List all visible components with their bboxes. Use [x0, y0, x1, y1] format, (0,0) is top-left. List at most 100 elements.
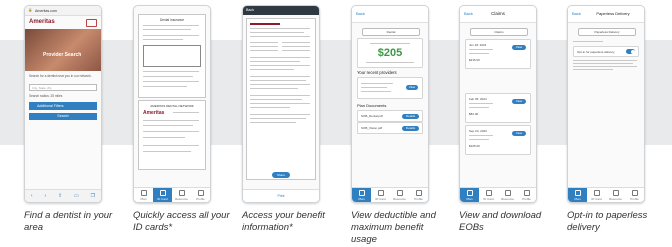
- card-line: [143, 151, 191, 153]
- caption-deductible: View deductible and maximum benefit usag…: [351, 210, 436, 245]
- print-footer[interactable]: Print: [243, 189, 319, 202]
- disclaimer-line: [573, 66, 637, 67]
- claim-card[interactable]: Sep 24, 2023 $105.00 View: [465, 125, 531, 155]
- document-row[interactable]: SOB_Dental.pdf Details: [357, 110, 423, 122]
- phone-paperless: Back Paperless Delivery Paperless Delive…: [567, 5, 645, 203]
- back-arrow-icon[interactable]: ‹: [31, 193, 33, 199]
- additional-filters-button[interactable]: Additional Filters: [29, 102, 97, 110]
- tabs-icon[interactable]: ❐: [91, 193, 95, 199]
- browser-toolbar: ‹ › ⇧ ▭ ❐: [25, 189, 101, 202]
- tab-id-card[interactable]: ID Card: [371, 188, 390, 202]
- id-card-icon: [485, 189, 492, 196]
- tab-resource[interactable]: Resource: [606, 188, 625, 202]
- provider-card[interactable]: View: [357, 77, 423, 99]
- card-line: [143, 25, 199, 27]
- plan-icon: [466, 189, 473, 196]
- doc-line: [250, 122, 296, 124]
- viewer-back[interactable]: Back: [246, 8, 254, 12]
- tab-plan[interactable]: Plan: [568, 188, 587, 202]
- card-line: [469, 107, 489, 109]
- tab-plan[interactable]: Plan: [460, 188, 479, 202]
- card-line: [469, 103, 493, 105]
- search-button[interactable]: Search: [29, 113, 97, 120]
- claim-amount: $215.00: [469, 58, 480, 62]
- tab-resource[interactable]: Resource: [172, 188, 191, 202]
- view-claim-button[interactable]: View: [512, 45, 526, 50]
- radius-text: Search radius: 25 miles: [29, 94, 63, 98]
- profile-icon: [523, 189, 530, 196]
- menu-icon[interactable]: [86, 19, 97, 27]
- disclaimer-line: [573, 60, 637, 61]
- card2-title: AMERITAS DENTAL NETWORK: [150, 104, 194, 108]
- paperless-option-row[interactable]: Opt-in for paperless delivery: [573, 46, 639, 57]
- recent-providers-heading: Your recent providers: [357, 70, 397, 75]
- back-link[interactable]: Back: [572, 11, 581, 16]
- doc-line: [250, 28, 310, 30]
- doc-line: [250, 76, 310, 78]
- dental-id-card[interactable]: Dental Insurance: [138, 14, 206, 98]
- claims-select[interactable]: Claims: [470, 28, 528, 36]
- card-line: [469, 135, 493, 137]
- tab-profile[interactable]: Profile: [409, 188, 428, 202]
- view-provider-button[interactable]: View: [406, 85, 418, 90]
- paperless-toggle[interactable]: [626, 49, 635, 54]
- hero-banner: Provider Search: [25, 29, 101, 71]
- claim-date: Jun 18, 2024: [469, 43, 487, 47]
- tab-profile[interactable]: Profile: [191, 188, 210, 202]
- tab-label: ID Card: [375, 196, 386, 201]
- view-claim-button[interactable]: View: [512, 99, 526, 104]
- card-line: [143, 35, 199, 37]
- card-line: [469, 139, 489, 141]
- card-line: [366, 62, 414, 64]
- doc-line: [250, 61, 300, 63]
- document-details-button[interactable]: Details: [402, 113, 419, 119]
- bookmarks-icon[interactable]: ▭: [74, 193, 79, 199]
- tab-label: Profile: [414, 196, 423, 201]
- tab-resource[interactable]: Resource: [390, 188, 409, 202]
- tab-profile[interactable]: Profile: [625, 188, 644, 202]
- disclaimer-line: [573, 69, 613, 70]
- claim-date: Sep 24, 2023: [469, 129, 487, 133]
- document-row[interactable]: SOB_Vision.pdf Details: [357, 122, 423, 134]
- share-button[interactable]: Share: [272, 172, 290, 178]
- tab-id-card[interactable]: ID Card: [153, 188, 172, 202]
- claim-card[interactable]: Jun 18, 2024 $215.00 View: [465, 39, 531, 69]
- tab-plan[interactable]: Plan: [134, 188, 153, 202]
- delivery-select[interactable]: Paperless Delivery: [578, 28, 636, 36]
- tab-label: Resource: [609, 196, 622, 201]
- doc-heading: [250, 23, 280, 25]
- screen-title: Claims: [491, 11, 505, 16]
- tab-id-card[interactable]: ID Card: [479, 188, 498, 202]
- forward-arrow-icon[interactable]: ›: [44, 193, 46, 199]
- tab-bar: Plan ID Card Resource Profile: [352, 187, 428, 202]
- card-line: [143, 39, 183, 41]
- id-card-icon: [159, 189, 166, 196]
- tab-resource[interactable]: Resource: [498, 188, 517, 202]
- filters-label: Additional Filters: [37, 104, 64, 108]
- back-link[interactable]: Back: [356, 11, 365, 16]
- browser-url[interactable]: Ameritas.com: [35, 9, 57, 13]
- doc-line: [250, 57, 310, 59]
- phone-find-dentist: 🔒 Ameritas.com Ameritas Provider Search …: [24, 5, 102, 203]
- id-card-icon: [377, 189, 384, 196]
- document-details-button[interactable]: Details: [402, 125, 419, 131]
- doc-line: [250, 46, 278, 48]
- card-line: [143, 71, 199, 73]
- tab-plan[interactable]: Plan: [352, 188, 371, 202]
- location-search-input[interactable]: City, State, Zip: [29, 84, 97, 91]
- doc-line: [250, 107, 290, 109]
- claim-amount: $105.00: [469, 144, 480, 148]
- view-claim-button[interactable]: View: [512, 131, 526, 136]
- network-id-card[interactable]: AMERITAS DENTAL NETWORK Ameritas: [138, 100, 206, 170]
- phone-id-cards: Dental Insurance AMERITAS DENTAL NETWORK…: [133, 5, 211, 203]
- coverage-select[interactable]: Dental: [362, 28, 420, 36]
- tab-label: Profile: [630, 196, 639, 201]
- claim-card[interactable]: Feb 05, 2024 $82.00 View: [465, 93, 531, 123]
- card-brand-logo: Ameritas: [143, 110, 165, 116]
- tab-id-card[interactable]: ID Card: [587, 188, 606, 202]
- tab-profile[interactable]: Profile: [517, 188, 536, 202]
- app-header: Back Paperless Delivery: [568, 6, 644, 23]
- card1-title: Dental Insurance: [159, 18, 185, 22]
- card-line: [173, 112, 199, 114]
- share-icon[interactable]: ⇧: [58, 193, 62, 199]
